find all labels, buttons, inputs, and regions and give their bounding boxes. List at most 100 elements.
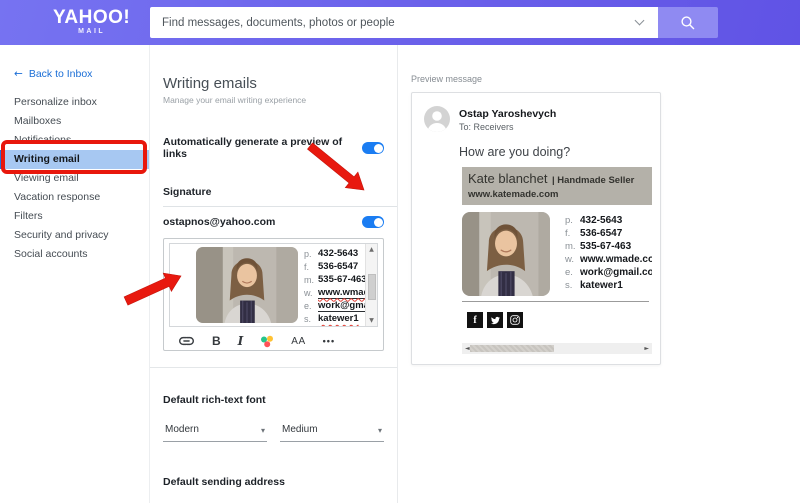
contact-label: m. <box>565 241 576 252</box>
signature-account-row: ostapnos@yahoo.com <box>163 216 384 228</box>
header: YAHOO! MAIL <box>0 0 800 45</box>
font-family-value: Modern <box>165 424 199 435</box>
sidebar-item-security-and-privacy[interactable]: Security and privacy <box>0 226 149 245</box>
recipients: To: Receivers <box>459 122 514 132</box>
signature-contact-row: p. 432-5643 <box>304 247 369 260</box>
person-icon <box>427 111 447 132</box>
color-palette-icon <box>261 335 274 347</box>
preview-heading: Preview message <box>411 74 483 84</box>
signature-contact-row: m. 535-67-463 <box>304 273 369 286</box>
facebook-icon: f <box>467 312 483 328</box>
contact-value: 535-67-463 <box>580 241 632 252</box>
signature-title: | Handmade Seller <box>551 175 635 186</box>
rich-text-font-heading: Default rich-text font <box>163 394 266 406</box>
divider <box>163 206 397 207</box>
back-label: Back to Inbox <box>28 68 93 80</box>
sender-name: Ostap Yaroshevych <box>459 108 557 120</box>
search-input[interactable] <box>150 16 636 29</box>
signature-contact-row: e. work@gmail.com <box>565 266 652 279</box>
signature-contact-row: f. 536-6547 <box>304 260 369 273</box>
font-size-button[interactable]: AA <box>291 336 305 347</box>
twitter-icon <box>487 312 503 328</box>
contact-value: 432-5643 <box>580 215 623 226</box>
logo-subtitle: MAIL <box>78 28 106 35</box>
font-size-dropdown[interactable]: Medium ▾ <box>280 418 384 442</box>
sidebar-item-social-accounts[interactable]: Social accounts <box>0 245 149 264</box>
settings-sidebar: ← Back to Inbox Personalize inbox Mailbox… <box>0 45 150 503</box>
sidebar-item-label: Mailboxes <box>14 115 62 127</box>
signature-editor-content[interactable]: p. 432-5643 f. 536-6547 m. 535-67-463 w.… <box>169 243 378 327</box>
text-color-button[interactable] <box>260 335 274 348</box>
scroll-left-icon[interactable]: ◄ <box>465 345 470 352</box>
sidebar-item-mailboxes[interactable]: Mailboxes <box>0 112 149 131</box>
preview-panel: Preview message Ostap Yaroshevych To: Re… <box>399 45 800 503</box>
editor-scrollbar[interactable]: ▲ ▼ <box>365 244 377 326</box>
contact-value: work@gmail.com <box>580 267 652 278</box>
back-to-inbox-link[interactable]: ← Back to Inbox <box>14 68 149 80</box>
bold-button[interactable]: B <box>212 334 221 348</box>
contact-label: m. <box>304 274 314 285</box>
sidebar-item-notifications[interactable]: Notifications <box>0 131 149 150</box>
preview-message-card: Ostap Yaroshevych To: Receivers How are … <box>411 92 661 365</box>
scrollbar-thumb[interactable] <box>367 273 376 300</box>
logo-title: YAHOO! <box>53 7 131 28</box>
scroll-down-icon[interactable]: ▼ <box>366 317 377 324</box>
preview-links-toggle[interactable] <box>362 142 384 154</box>
signature-contact-row: s. katewer1 <box>565 279 652 292</box>
signature-contact-row: p. 432-5643 <box>565 214 652 227</box>
contact-value: 536-6547 <box>580 228 623 239</box>
contact-value: 535-67-463 <box>318 274 367 285</box>
contact-label: w. <box>565 254 574 265</box>
link-icon <box>179 336 194 346</box>
sidebar-item-vacation-response[interactable]: Vacation response <box>0 188 149 207</box>
scroll-up-icon[interactable]: ▲ <box>366 246 377 253</box>
scrollbar-thumb[interactable] <box>470 345 554 352</box>
divider <box>150 367 397 368</box>
signature-body: p. 432-5643 f. 536-6547 m. 535-67-463 w.… <box>462 212 652 296</box>
writing-emails-panel: Writing emails Manage your email writing… <box>150 45 398 503</box>
more-options-button[interactable]: ••• <box>323 336 335 346</box>
sidebar-item-personalize-inbox[interactable]: Personalize inbox <box>0 93 149 112</box>
signature-name-block: Kate blanchet | Handmade Seller www.kate… <box>462 167 652 205</box>
contact-label: p. <box>304 248 312 259</box>
sidebar-item-filters[interactable]: Filters <box>0 207 149 226</box>
insert-link-button[interactable] <box>178 335 195 347</box>
toggle-knob <box>373 217 383 227</box>
signature-editor[interactable]: p. 432-5643 f. 536-6547 m. 535-67-463 w.… <box>163 238 384 351</box>
contact-label: s. <box>304 313 312 324</box>
preview-horizontal-scrollbar[interactable]: ◄ ► <box>462 343 652 354</box>
signature-contact-row: f. 536-6547 <box>565 227 652 240</box>
contact-label: e. <box>565 267 573 278</box>
editor-toolbar: B I AA ••• <box>169 327 378 348</box>
message-body: How are you doing? <box>459 145 571 159</box>
sending-address-heading: Default sending address <box>163 476 285 488</box>
page-subtitle: Manage your email writing experience <box>163 95 307 105</box>
sender-avatar <box>424 106 450 132</box>
contact-value: www.wmad <box>318 286 370 299</box>
contact-value: katewer1 <box>580 280 623 291</box>
contact-value: www.wmade.com <box>580 254 652 265</box>
search-button[interactable] <box>658 7 718 38</box>
signature-contact-row: w. www.wmad <box>304 286 370 299</box>
back-arrow-icon: ← <box>14 68 23 80</box>
toggle-knob <box>373 143 383 153</box>
sidebar-item-viewing-email[interactable]: Viewing email <box>0 169 149 188</box>
sidebar-item-label: Viewing email <box>14 172 79 184</box>
contact-label: e. <box>304 300 312 311</box>
sidebar-item-label: Writing email <box>14 153 80 165</box>
italic-button[interactable]: I <box>238 334 244 348</box>
chevron-down-icon[interactable] <box>634 15 645 26</box>
signature-contact-row: e. work@gma <box>304 299 369 312</box>
sidebar-item-label: Social accounts <box>14 248 88 260</box>
signature-toggle[interactable] <box>362 216 384 228</box>
yahoo-mail-logo[interactable]: YAHOO! MAIL <box>53 7 130 35</box>
contact-label: f. <box>565 228 571 239</box>
search-bar <box>150 7 658 38</box>
scroll-right-icon[interactable]: ► <box>644 345 649 352</box>
sidebar-item-list: Personalize inbox Mailboxes Notification… <box>0 93 149 264</box>
signature-website: www.katemade.com <box>468 189 559 200</box>
font-family-dropdown[interactable]: Modern ▾ <box>163 418 267 442</box>
sidebar-item-label: Vacation response <box>14 191 101 203</box>
social-icons-row: f <box>467 312 652 328</box>
sidebar-item-writing-email[interactable]: Writing email <box>0 150 149 169</box>
